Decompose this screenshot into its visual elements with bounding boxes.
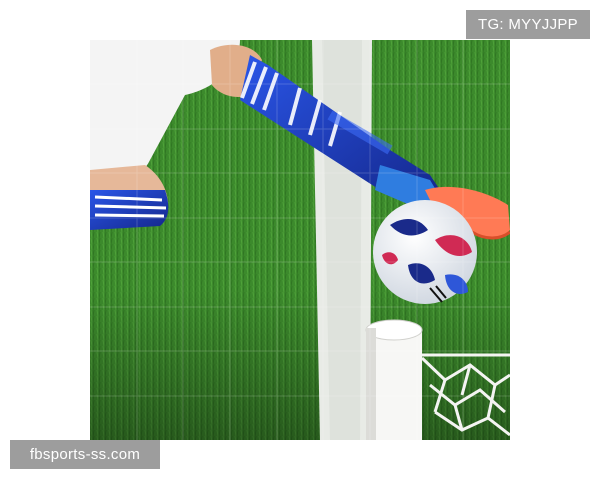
grass-shadow	[90, 290, 510, 440]
site-watermark: fbsports-ss.com	[10, 440, 160, 469]
goal-post	[365, 319, 423, 440]
football	[373, 200, 477, 304]
telegram-watermark: TG: MYYJJPP	[466, 10, 590, 39]
photo-illustration	[90, 40, 510, 440]
football-photo	[90, 40, 510, 440]
